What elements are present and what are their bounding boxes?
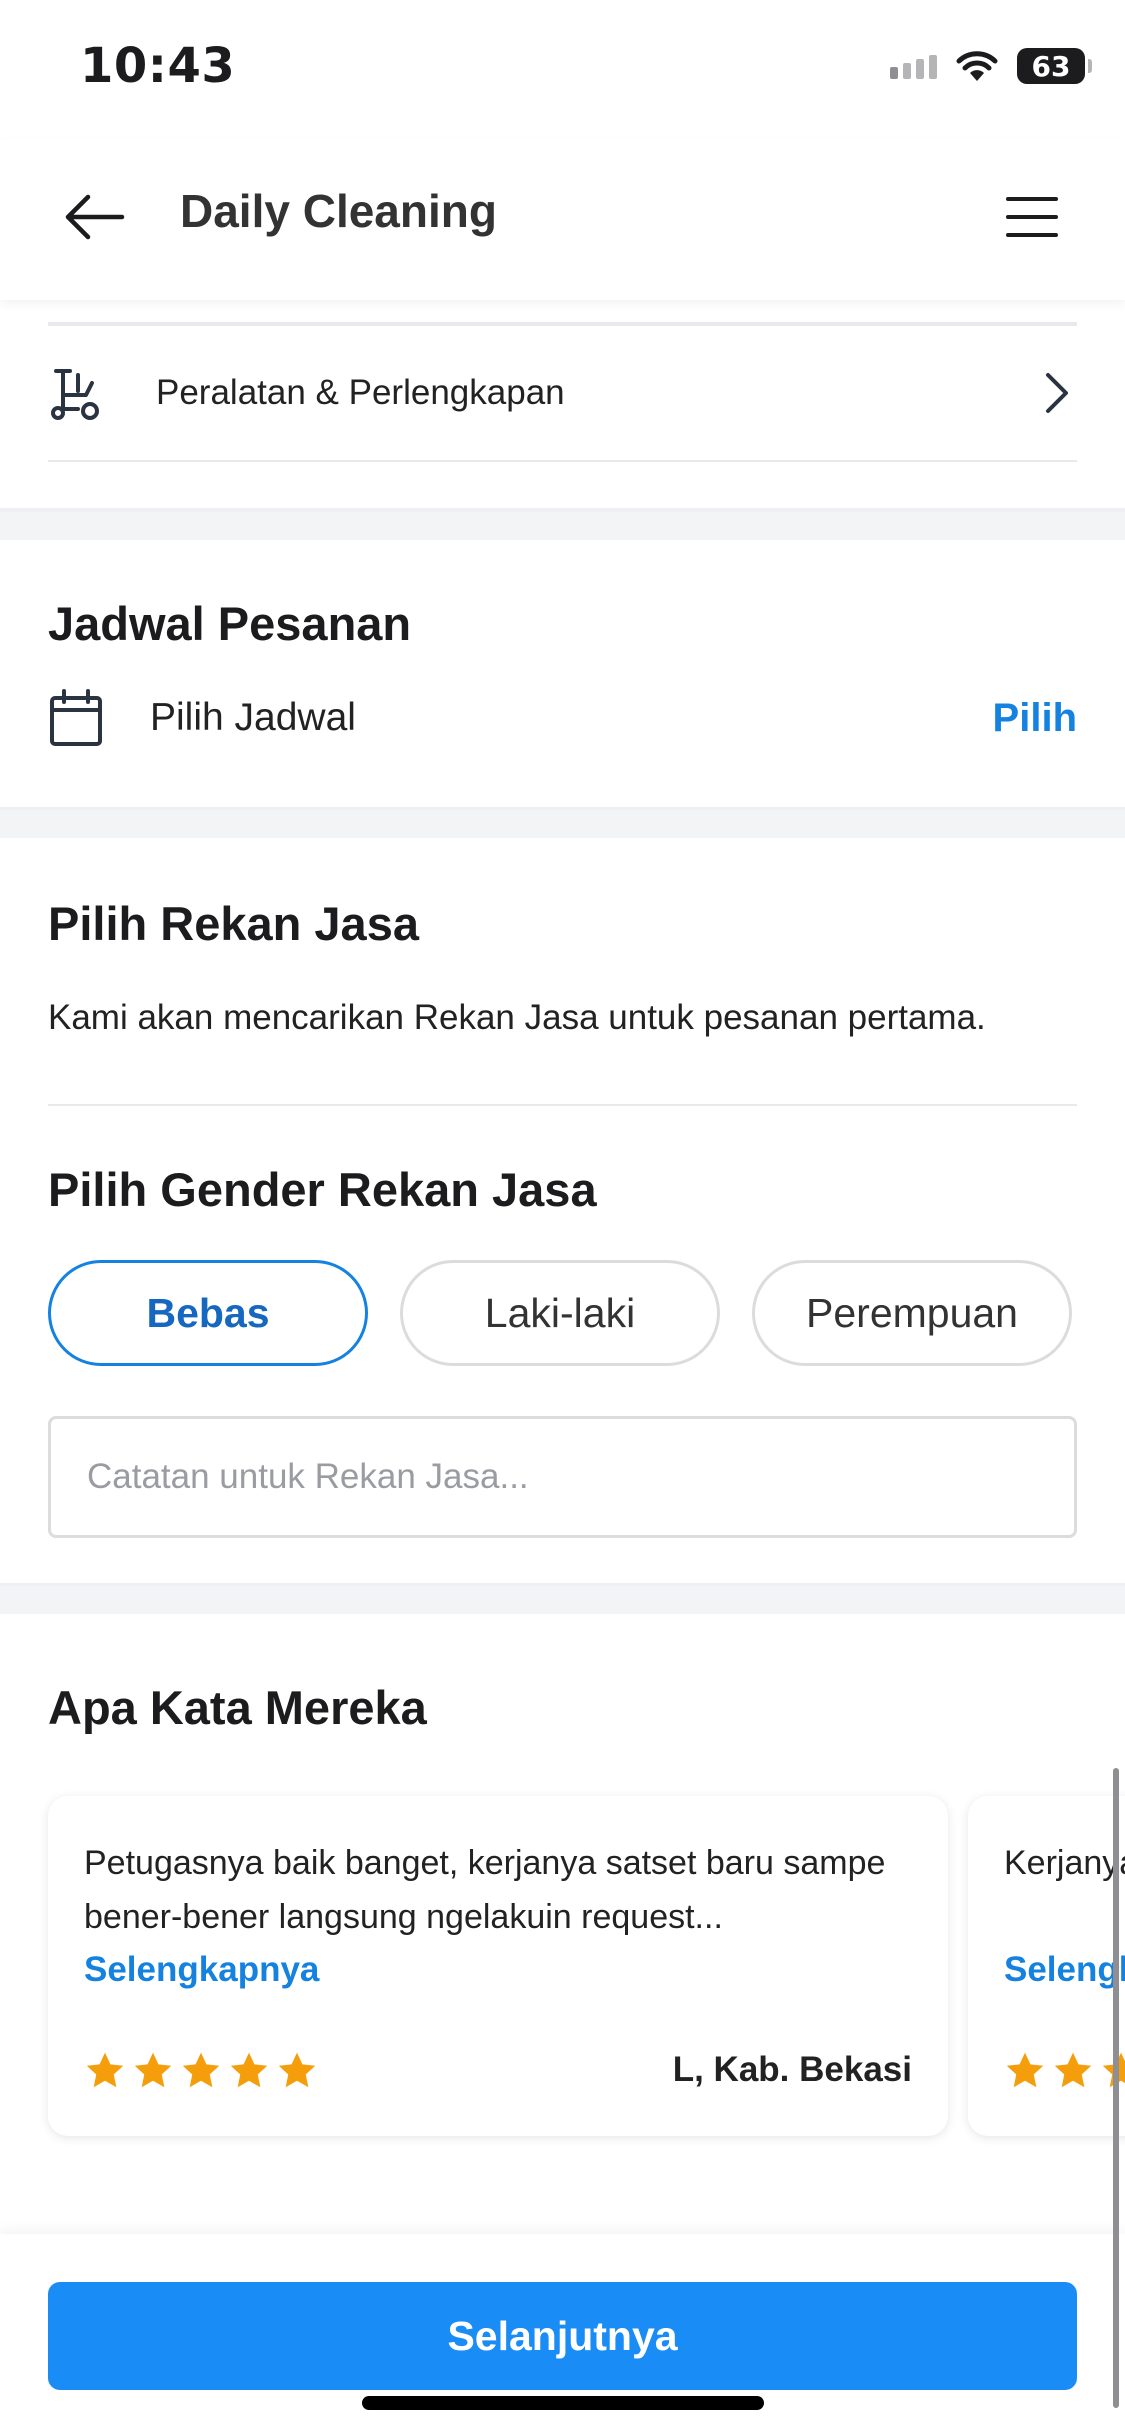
star-icon — [1006, 2052, 1044, 2088]
equipment-section: Peralatan & Perlengkapan — [0, 300, 1125, 512]
cleaning-cart-icon — [48, 363, 108, 423]
partner-section: Pilih Rekan Jasa Kami akan mencarikan Re… — [0, 838, 1125, 1586]
star-icon — [230, 2052, 268, 2088]
reviews-section: Apa Kata Mereka Petugasnya baik banget, … — [0, 1614, 1125, 2234]
gender-title: Pilih Gender Rekan Jasa — [48, 1163, 597, 1216]
menu-button[interactable] — [997, 182, 1067, 252]
equipment-row[interactable]: Peralatan & Perlengkapan — [48, 326, 1077, 462]
back-button[interactable] — [60, 182, 130, 252]
gender-options: Bebas Laki-laki Perempuan — [48, 1260, 1072, 1366]
divider — [48, 1104, 1077, 1106]
scrollbar[interactable] — [1113, 1768, 1119, 2408]
schedule-title: Jadwal Pesanan — [48, 597, 412, 650]
chevron-right-icon — [1037, 363, 1077, 423]
hamburger-icon — [1006, 197, 1058, 237]
battery-icon: 63 — [1017, 48, 1092, 84]
section-gap — [0, 1586, 1125, 1614]
star-icon — [86, 2052, 124, 2088]
arrow-left-icon — [65, 194, 125, 240]
status-time: 10:43 — [80, 38, 236, 94]
status-icons: 63 — [890, 48, 1092, 84]
review-card[interactable]: Kerjanya cepat dan rapi, sedang... Selen… — [968, 1796, 1125, 2136]
status-bar: 10:43 63 — [0, 0, 1125, 140]
gender-option-bebas[interactable]: Bebas — [48, 1260, 368, 1366]
review-text: Kerjanya cepat dan rapi, sedang... — [1004, 1844, 1125, 1882]
reviewer-name: L, Kab. Bekasi — [672, 2050, 912, 2089]
star-rating — [84, 2050, 318, 2092]
next-button[interactable]: Selanjutnya — [48, 2282, 1077, 2390]
partner-description: Kami akan mencarikan Rekan Jasa untuk pe… — [48, 998, 986, 1037]
page-title: Daily Cleaning — [180, 185, 497, 237]
section-gap — [0, 512, 1125, 540]
partner-note-input[interactable] — [48, 1416, 1077, 1538]
review-text: Petugasnya baik banget, kerjanya satset … — [84, 1844, 886, 1936]
schedule-row[interactable]: Pilih Jadwal Pilih — [48, 688, 1077, 748]
read-more-link[interactable]: Selengkapnya — [1004, 1950, 1125, 1990]
cellular-signal-icon — [890, 53, 937, 79]
section-gap — [0, 810, 1125, 838]
home-indicator — [362, 2396, 764, 2410]
star-icon — [1054, 2052, 1092, 2088]
star-icon — [182, 2052, 220, 2088]
schedule-label: Pilih Jadwal — [150, 696, 356, 739]
reviews-carousel[interactable]: Petugasnya baik banget, kerjanya satset … — [48, 1796, 1125, 2136]
star-icon — [278, 2052, 316, 2088]
calendar-icon — [48, 688, 108, 748]
equipment-label: Peralatan & Perlengkapan — [156, 373, 565, 412]
app-header: Daily Cleaning — [0, 140, 1125, 300]
reviews-title: Apa Kata Mereka — [48, 1681, 427, 1734]
schedule-section: Jadwal Pesanan Pilih Jadwal Pilih — [0, 540, 1125, 810]
choose-schedule-link[interactable]: Pilih — [993, 696, 1077, 741]
star-icon — [134, 2052, 172, 2088]
gender-option-perempuan[interactable]: Perempuan — [752, 1260, 1072, 1366]
read-more-link[interactable]: Selengkapnya — [84, 1950, 912, 1990]
wifi-icon — [956, 51, 998, 81]
gender-option-laki-laki[interactable]: Laki-laki — [400, 1260, 720, 1366]
star-rating — [1004, 2050, 1125, 2092]
review-card[interactable]: Petugasnya baik banget, kerjanya satset … — [48, 1796, 948, 2136]
partner-title: Pilih Rekan Jasa — [48, 897, 419, 950]
